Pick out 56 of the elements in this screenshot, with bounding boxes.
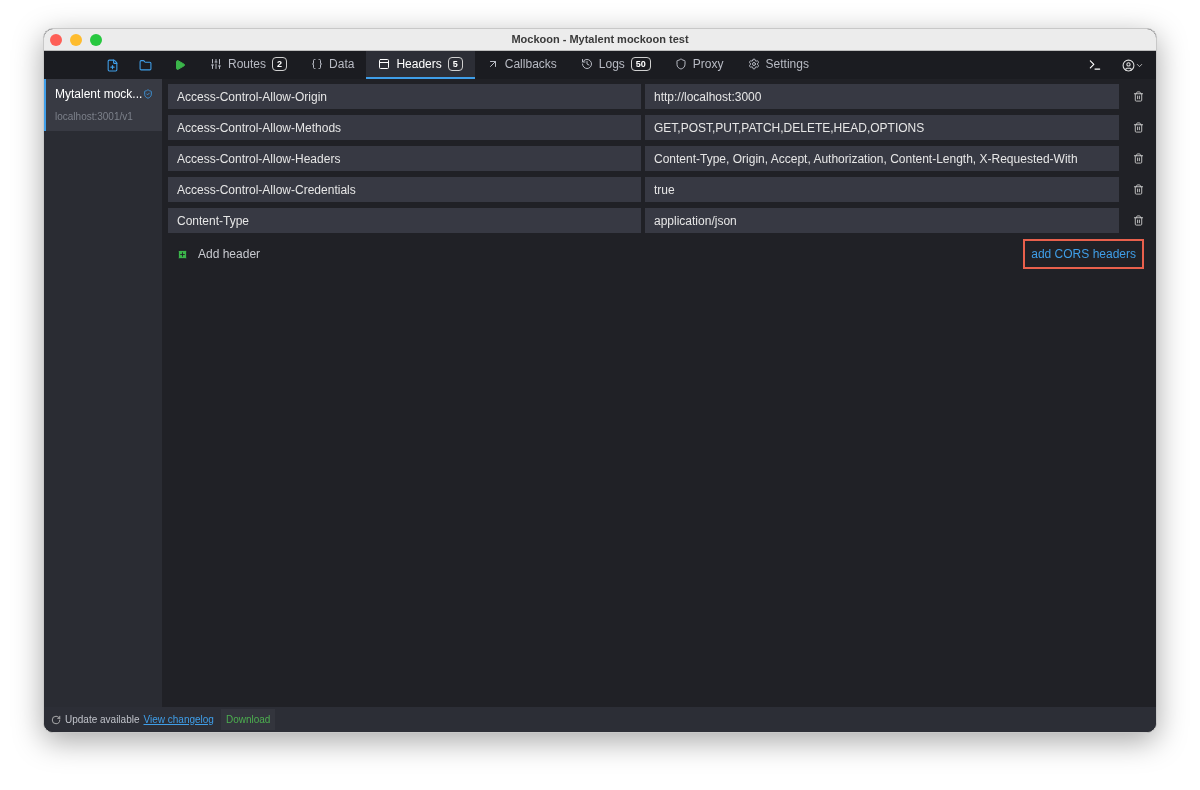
header-value-field[interactable]: true: [645, 177, 1119, 202]
window-title: Mockoon - Mytalent mockoon test: [511, 32, 689, 48]
settings-icon: [747, 58, 760, 70]
header-value-field[interactable]: http://localhost:3000: [645, 84, 1119, 109]
tab-label: Headers: [396, 56, 442, 73]
count-badge: 50: [630, 57, 651, 71]
user-icon: [1122, 58, 1135, 72]
header-name-field[interactable]: Access-Control-Allow-Headers: [168, 146, 641, 171]
delete-icon[interactable]: [1133, 153, 1144, 164]
close-window-button[interactable]: [50, 33, 62, 46]
tab-label: Data: [329, 56, 355, 73]
delete-icon[interactable]: [1133, 215, 1144, 226]
header-name-field[interactable]: Access-Control-Allow-Methods: [168, 115, 641, 140]
delete-icon[interactable]: [1133, 91, 1144, 102]
tab[interactable]: Settings: [735, 51, 821, 79]
panel-icon: [378, 58, 391, 70]
header-value-field[interactable]: application/json: [645, 208, 1119, 233]
changelog-link[interactable]: View changelog: [143, 712, 214, 727]
terminal-icon[interactable]: [1088, 58, 1102, 72]
tab-label: Logs: [598, 56, 625, 73]
environment-name: Mytalent mock...: [55, 86, 143, 103]
sliders-icon: [210, 58, 222, 70]
tab-label: Callbacks: [504, 56, 557, 73]
tab[interactable]: Logs 50: [568, 51, 663, 79]
play-icon[interactable]: [174, 59, 186, 71]
tab-label: Proxy: [692, 56, 724, 73]
update-message: Update available: [65, 713, 140, 727]
tab[interactable]: Callbacks: [474, 51, 569, 79]
folder-icon[interactable]: [139, 58, 152, 72]
environment-item[interactable]: Mytalent mock... localhost:3001/v1: [44, 79, 162, 131]
braces-icon: [311, 58, 324, 70]
tab[interactable]: Data: [299, 51, 367, 79]
refresh-icon: [51, 714, 61, 725]
tab[interactable]: Routes 2: [198, 51, 300, 79]
header-name-field[interactable]: Content-Type: [168, 208, 641, 233]
tab[interactable]: Proxy: [662, 51, 736, 79]
delete-icon[interactable]: [1133, 184, 1144, 195]
tab-label: Routes: [228, 56, 267, 73]
header-name-field[interactable]: Access-Control-Allow-Origin: [168, 84, 641, 109]
delete-icon[interactable]: [1133, 122, 1144, 133]
environment-address: localhost:3001/v1: [55, 110, 134, 124]
add-cors-headers-button[interactable]: add CORS headers: [1023, 239, 1144, 269]
header-value-field[interactable]: Content-Type, Origin, Accept, Authorization, Content-Length, X-Requested-With: [645, 146, 1119, 171]
count-badge: 2: [272, 57, 288, 71]
download-button[interactable]: Download: [220, 709, 276, 730]
add-header-button[interactable]: Add header: [168, 245, 261, 263]
count-badge: 5: [447, 57, 463, 71]
tab-label: Settings: [765, 56, 809, 73]
tab[interactable]: Headers 5: [366, 51, 475, 79]
plus-icon: [177, 248, 188, 260]
new-file-icon[interactable]: [106, 58, 119, 72]
history-icon: [580, 58, 593, 70]
header-value-field[interactable]: GET,POST,PUT,PATCH,DELETE,HEAD,OPTIONS: [645, 115, 1119, 140]
header-name-field[interactable]: Access-Control-Allow-Credentials: [168, 177, 641, 202]
shield-icon: [674, 58, 687, 70]
account-menu-button[interactable]: [1122, 58, 1144, 72]
